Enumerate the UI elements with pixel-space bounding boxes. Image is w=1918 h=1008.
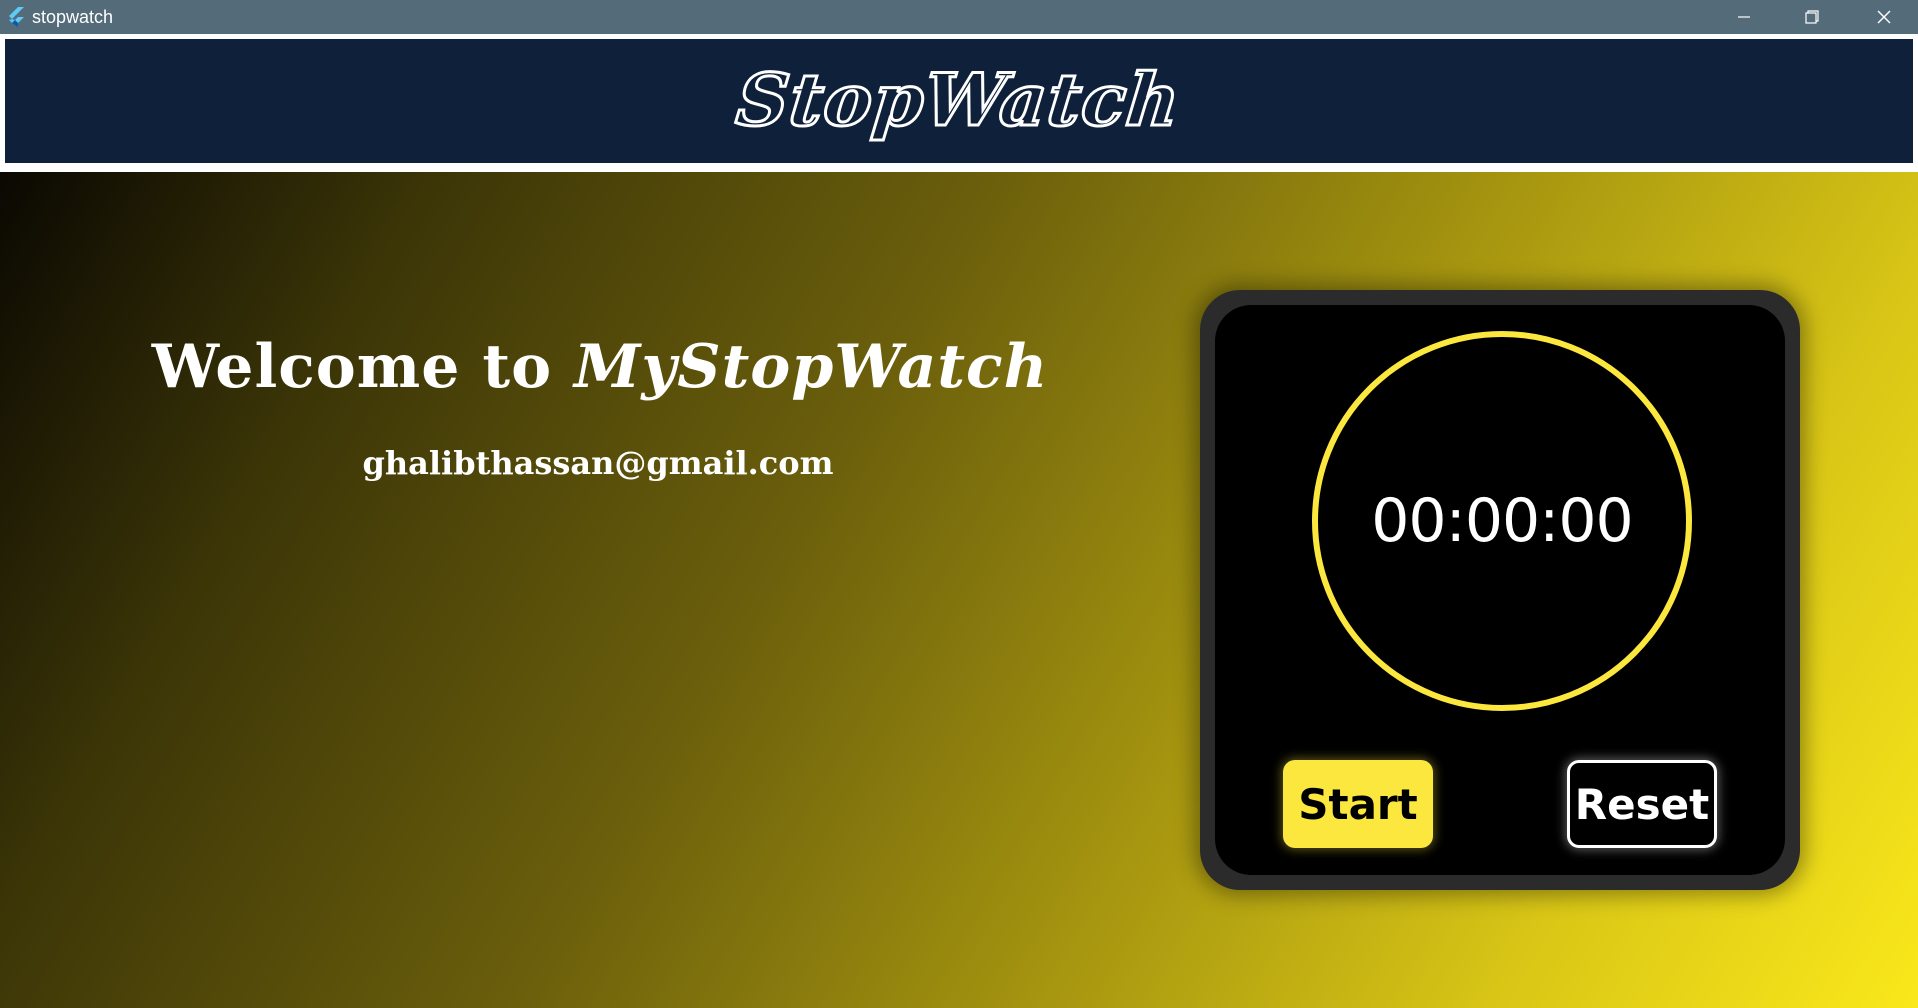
header-banner: StopWatch bbox=[5, 39, 1913, 163]
elapsed-time: 00:00:00 bbox=[1371, 486, 1633, 556]
restore-icon bbox=[1804, 9, 1820, 25]
reset-button[interactable]: Reset bbox=[1567, 760, 1717, 848]
welcome-heading: Welcome to MyStopWatch bbox=[0, 332, 1200, 402]
stopwatch-card: 00:00:00 Start Reset bbox=[1200, 290, 1800, 890]
app-header: StopWatch bbox=[0, 34, 1918, 172]
window-titlebar[interactable]: stopwatch bbox=[0, 0, 1918, 34]
welcome-prefix: Welcome to bbox=[151, 332, 574, 402]
flutter-logo-icon bbox=[5, 6, 27, 28]
close-button[interactable] bbox=[1850, 0, 1918, 34]
start-button[interactable]: Start bbox=[1283, 760, 1433, 848]
minimize-button[interactable] bbox=[1710, 0, 1778, 34]
restore-button[interactable] bbox=[1778, 0, 1846, 34]
minimize-icon bbox=[1736, 9, 1752, 25]
header-title: StopWatch bbox=[731, 55, 1186, 143]
welcome-brand: MyStopWatch bbox=[573, 332, 1049, 402]
app-window: stopwatch StopWatch Welcome to MyStopWat… bbox=[0, 0, 1918, 1008]
contact-email: ghalibthassan@gmail.com bbox=[362, 444, 834, 482]
main-area: Welcome to MyStopWatch ghalibthassan@gma… bbox=[0, 172, 1918, 1008]
close-icon bbox=[1876, 9, 1892, 25]
window-title: stopwatch bbox=[32, 7, 114, 27]
stopwatch-dial: 00:00:00 bbox=[1312, 331, 1692, 711]
stopwatch-panel: 00:00:00 Start Reset bbox=[1215, 305, 1785, 875]
